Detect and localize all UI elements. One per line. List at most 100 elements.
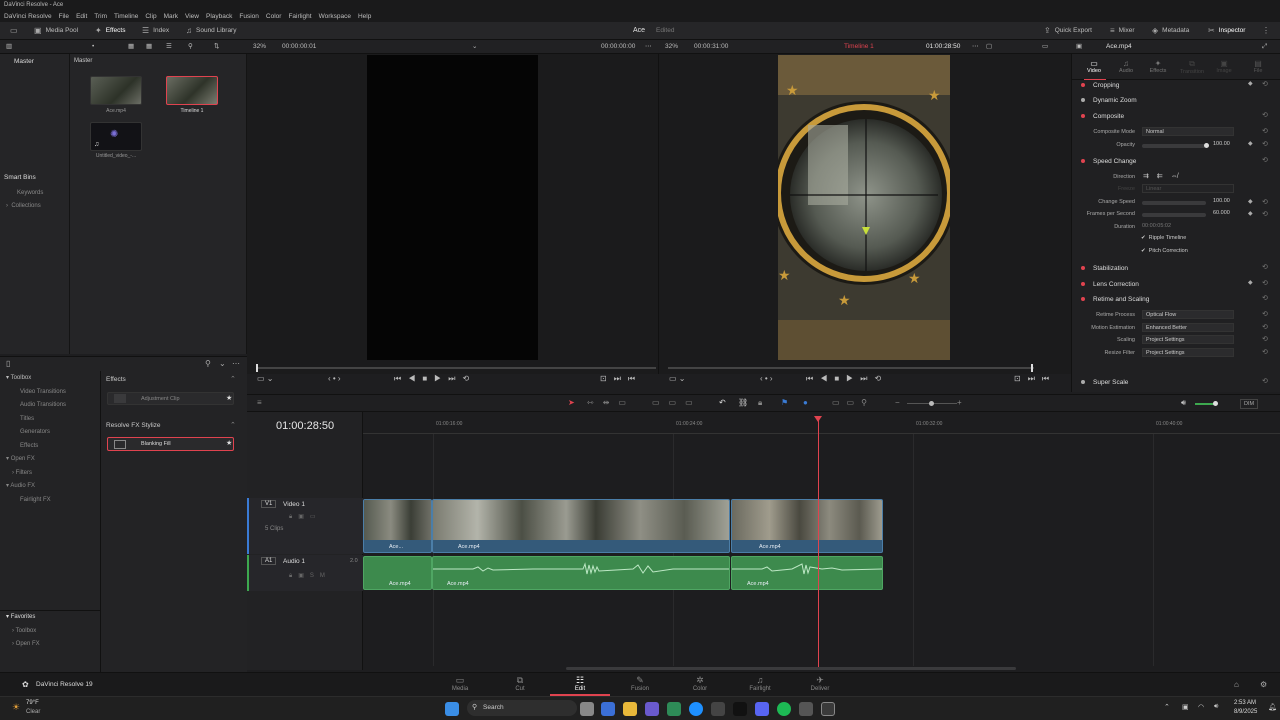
- speaker-icon[interactable]: 🔊︎: [1181, 398, 1186, 408]
- reset-icon[interactable]: ⟲: [1262, 348, 1268, 356]
- edge-icon[interactable]: [689, 702, 703, 716]
- tab-file[interactable]: ▤ File: [1243, 59, 1273, 74]
- reset-icon[interactable]: ⟲: [1262, 279, 1268, 287]
- jog-control[interactable]: ‹ • ›: [328, 374, 341, 390]
- chevron-up-icon[interactable]: ⌃: [230, 421, 236, 429]
- menu-item[interactable]: Fusion: [239, 13, 259, 20]
- layout-icon[interactable]: ▢: [986, 40, 992, 54]
- weather-icon[interactable]: ☀: [12, 702, 20, 713]
- audio-clip-thumbnail[interactable]: ✺ ♫: [90, 122, 142, 151]
- list-view-icon[interactable]: ☰: [166, 40, 172, 54]
- discord-icon[interactable]: [755, 702, 769, 716]
- favorites-header[interactable]: ▾ Favorites: [0, 611, 100, 625]
- zoom-slider-knob[interactable]: [929, 401, 934, 406]
- timeline-thumbnail[interactable]: [166, 76, 218, 105]
- wifi-icon[interactable]: ◠: [1198, 703, 1204, 711]
- reset-icon[interactable]: ⟲: [1262, 335, 1268, 343]
- video-clip[interactable]: Ace...: [363, 499, 432, 553]
- lock-icon[interactable]: 🔒︎: [758, 398, 762, 408]
- timeline-zoom[interactable]: 32%: [665, 40, 678, 54]
- tab-image[interactable]: ▣ Image: [1209, 59, 1239, 74]
- audio-clip[interactable]: Ace.mp4: [731, 556, 883, 590]
- reset-icon[interactable]: ⟲: [1262, 140, 1268, 148]
- master-bin[interactable]: Master: [14, 58, 34, 65]
- viewer-options-icon[interactable]: ▭ ⌄: [669, 374, 685, 390]
- tiktok-icon[interactable]: [733, 702, 747, 716]
- reset-icon[interactable]: ⟲: [1262, 263, 1268, 271]
- panel-toggle-icon[interactable]: ▯: [6, 359, 10, 368]
- sound-library-button[interactable]: ♫ Sound Library: [186, 22, 236, 40]
- star-icon[interactable]: ★: [226, 394, 232, 402]
- clock-time[interactable]: 2:53 AM: [1234, 700, 1256, 706]
- app-icon[interactable]: [711, 702, 725, 716]
- page-tab-cut[interactable]: ⧉ Cut: [490, 675, 550, 692]
- reset-icon[interactable]: ⟲: [1262, 80, 1268, 88]
- playhead-handle[interactable]: [814, 416, 822, 422]
- source-mark-controls[interactable]: ⊡⏭⏮: [600, 374, 642, 390]
- search-icon[interactable]: ⚲: [205, 359, 211, 368]
- flag-icon[interactable]: ⚑: [781, 398, 788, 407]
- change-speed-slider[interactable]: [1142, 201, 1206, 205]
- menu-item[interactable]: File: [59, 13, 69, 20]
- section-dynamic-zoom[interactable]: Dynamic Zoom: [1081, 94, 1261, 108]
- menu-item[interactable]: Color: [266, 13, 282, 20]
- task-view-icon[interactable]: [580, 702, 594, 716]
- direction-buttons[interactable]: ⇉⇇⇎: [1143, 172, 1186, 180]
- source-transport-controls[interactable]: ⏮◀■▶⏭⟲: [394, 374, 476, 390]
- search-icon[interactable]: ⚲: [188, 40, 193, 54]
- tree-item-video-transitions[interactable]: Video Transitions: [0, 386, 100, 400]
- more-icon[interactable]: ⋮: [1262, 22, 1270, 40]
- keyframe-icon[interactable]: ◆: [1248, 279, 1253, 286]
- app-icon[interactable]: [799, 702, 813, 716]
- tree-item-audio-fx[interactable]: ▾ Audio FX: [0, 480, 100, 494]
- start-icon[interactable]: [445, 702, 459, 716]
- page-tab-deliver[interactable]: ✈ Deliver: [790, 675, 850, 692]
- settings-icon[interactable]: ⚙: [1260, 680, 1267, 689]
- inspector-button[interactable]: ✂ Inspector: [1208, 22, 1245, 40]
- tab-audio[interactable]: ♫ Audio: [1111, 59, 1141, 74]
- tray-chevron-icon[interactable]: ⌃: [1164, 703, 1170, 711]
- v1-tag[interactable]: V1: [261, 500, 277, 508]
- menu-item[interactable]: Playback: [206, 13, 232, 20]
- timeline-scrollbar[interactable]: [566, 667, 1016, 670]
- adjustment-clip-item[interactable]: Adjustment Clip ★: [107, 392, 234, 405]
- source-scrubber[interactable]: [256, 367, 656, 369]
- timeline-options-icon[interactable]: ≡: [257, 398, 262, 407]
- a1-name[interactable]: Audio 1: [283, 558, 305, 565]
- quick-export-button[interactable]: ⇪ Quick Export: [1044, 22, 1092, 40]
- media-pool-button[interactable]: ▣ Media Pool: [34, 22, 78, 40]
- v1-name[interactable]: Video 1: [283, 501, 305, 508]
- folder-icon[interactable]: [623, 702, 637, 716]
- more-icon[interactable]: ⋯: [645, 40, 652, 54]
- link-icon[interactable]: ⛓: [738, 398, 748, 407]
- timeline-transport-controls[interactable]: ⏮◀■▶⏭⟲: [806, 374, 888, 390]
- insert-overwrite-tools[interactable]: ▭▭▭: [652, 398, 702, 407]
- tab-video[interactable]: ▭ Video: [1079, 59, 1109, 74]
- reset-icon[interactable]: ⟲: [1262, 111, 1268, 119]
- app-icon[interactable]: [645, 702, 659, 716]
- reset-icon[interactable]: ⟲: [1262, 310, 1268, 318]
- volume-knob[interactable]: [1213, 401, 1218, 406]
- workspace-icon[interactable]: ▭: [10, 22, 18, 40]
- audio-clip[interactable]: Ace.mp4: [432, 556, 730, 590]
- composite-mode-select[interactable]: Normal: [1142, 127, 1234, 136]
- thumbnail-view-icon[interactable]: ▦: [128, 40, 134, 54]
- tree-item-open-fx[interactable]: ▾ Open FX: [0, 453, 100, 467]
- track-controls[interactable]: 🔒︎▣▭: [289, 513, 322, 521]
- tray-icon[interactable]: ▣: [1182, 703, 1189, 711]
- ripple-checkbox[interactable]: ✔ Ripple Timeline: [1141, 235, 1186, 241]
- favorite-open-fx[interactable]: › Open FX: [0, 638, 100, 652]
- bin-list-icon[interactable]: ▥: [6, 40, 12, 54]
- section-cropping[interactable]: Cropping: [1081, 79, 1261, 93]
- mixer-button[interactable]: ≡ Mixer: [1110, 22, 1135, 40]
- viewer-options-icon[interactable]: ▭ ⌄: [257, 374, 273, 390]
- volume-icon[interactable]: 🔊︎: [1214, 703, 1218, 711]
- menu-item[interactable]: Mark: [164, 13, 178, 20]
- menu-item[interactable]: Help: [358, 13, 371, 20]
- keyframe-icon[interactable]: ◆: [1248, 210, 1253, 217]
- star-icon[interactable]: ★: [226, 439, 232, 447]
- effects-button[interactable]: ✦ Effects: [95, 22, 125, 40]
- pitch-checkbox[interactable]: ✔ Pitch Correction: [1141, 248, 1188, 254]
- chevron-down-icon[interactable]: ⌄: [472, 40, 477, 54]
- tree-item-fairlight-fx[interactable]: Fairlight FX: [0, 494, 100, 508]
